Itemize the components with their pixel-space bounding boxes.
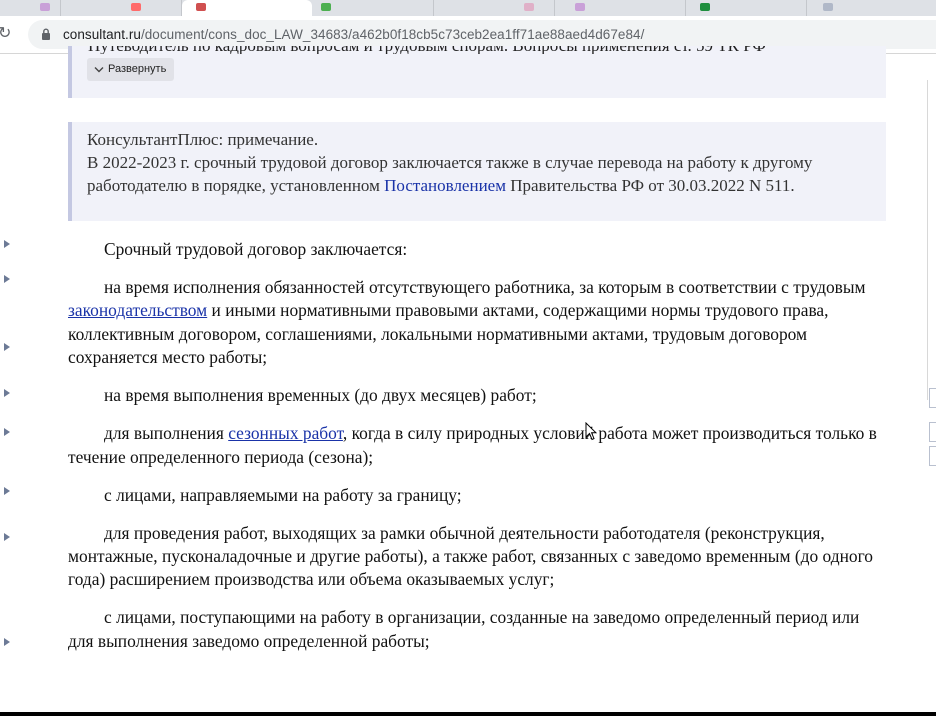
note-link-resolution[interactable]: Постановлением [384,176,506,195]
address-bar[interactable]: consultant.ru/document/cons_doc_LAW_3468… [28,20,936,49]
paragraph: с лицами, поступающими на работу в орган… [68,607,860,651]
expand-button-label: Развернуть [108,63,167,75]
paragraph: на время исполнения обязанностей отсутст… [68,276,888,370]
paragraph-marker-icon[interactable] [4,533,10,541]
right-side-rail [910,54,936,712]
article-body: Срочный трудовой договор заключается: на… [68,238,888,668]
expand-button[interactable]: Развернуть [87,58,175,81]
paragraph-marker-icon[interactable] [4,389,10,397]
favicon-icon [40,3,50,11]
paragraph-text: для выполнения [104,423,229,444]
paragraph-marker-icon[interactable] [4,240,10,248]
rail-tab-marker[interactable] [929,422,936,442]
url-path: /document/cons_doc_LAW_34683/a462b0f18cb… [140,27,645,42]
browser-window: ↻ consultant.ru/document/cons_doc_LAW_34… [0,0,936,712]
paragraph-marker-icon[interactable] [4,428,10,436]
paragraph-text: на время исполнения обязанностей отсутст… [104,277,866,297]
guide-reference-box: Путеводитель по кадровым вопросам и труд… [68,46,886,98]
lock-icon[interactable] [41,28,51,40]
paragraph-marker-icon[interactable] [4,487,10,495]
rail-divider [927,80,928,400]
paragraph-marker-icon[interactable] [4,343,10,351]
favicon-icon [575,3,585,11]
browser-tab[interactable] [686,0,807,16]
paragraph: Срочный трудовой договор заключается: [104,239,408,259]
rail-tab-marker[interactable] [929,388,936,408]
note-text-after: Правительства РФ от 30.03.2022 N 511. [505,176,795,195]
paragraph-marker-icon[interactable] [4,275,10,283]
consultant-note: КонсультантПлюс: примечание. В 2022-2023… [68,122,886,221]
favicon-icon [524,3,534,11]
paragraph: с лицами, направляемыми на работу за гра… [104,484,462,505]
paragraph: для проведения работ, выходящих за рамки… [68,522,873,590]
paragraph-marker-icon[interactable] [4,638,10,646]
browser-tab[interactable] [807,0,936,16]
mouse-cursor-icon [585,422,597,441]
favicon-icon [131,3,141,11]
left-margin-markers [0,54,12,712]
note-text: В 2022-2023 г. срочный трудовой договор … [87,151,874,197]
rail-tab-marker[interactable] [929,446,936,466]
guide-reference-text[interactable]: Путеводитель по кадровым вопросам и труд… [88,46,868,54]
browser-tab[interactable] [0,0,61,16]
url-host: consultant.ru [63,27,141,42]
favicon-icon [321,3,331,11]
document-view: Путеводитель по кадровым вопросам и труд… [0,46,936,712]
browser-tab-active[interactable] [182,0,312,16]
url-text[interactable]: consultant.ru/document/cons_doc_LAW_3468… [63,27,644,42]
chevron-down-icon [94,67,104,73]
browser-tab[interactable] [61,0,182,16]
link-legislation[interactable]: законодательством [68,300,207,320]
favicon-icon [196,3,206,11]
favicon-icon [700,3,710,11]
browser-tab[interactable] [313,0,434,16]
tab-strip [0,0,936,17]
note-heading: КонсультантПлюс: примечание. [87,130,319,149]
paragraph: на время выполнения временных (до двух м… [104,385,537,406]
paragraph: для выполнения сезонных работ, когда в с… [68,422,888,469]
reload-icon[interactable]: ↻ [0,23,11,42]
link-seasonal-work[interactable]: сезонных работ [228,423,343,443]
browser-tab[interactable] [434,0,555,16]
browser-tab[interactable] [555,0,686,16]
favicon-icon [823,3,833,11]
